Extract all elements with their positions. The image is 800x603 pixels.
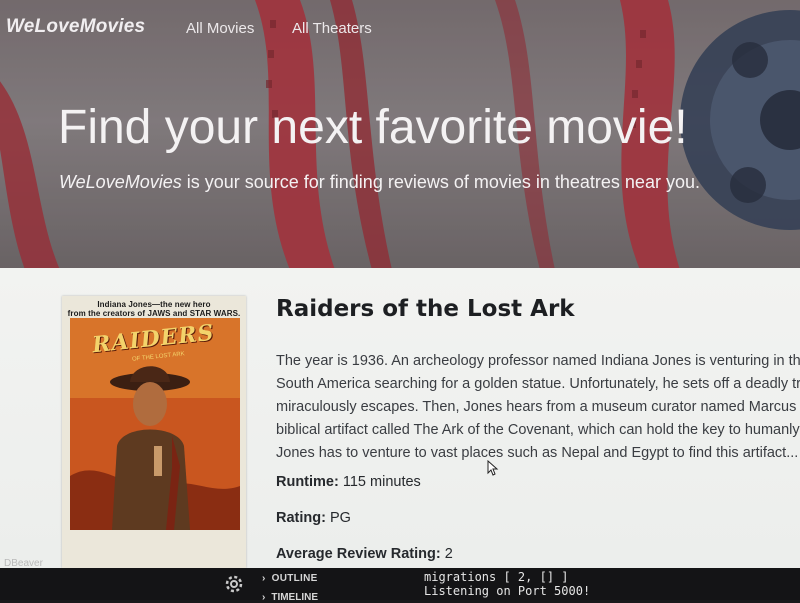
outline-panel-toggle[interactable]: › OUTLINE [262, 573, 318, 584]
description-line: South America searching for a golden sta… [276, 376, 800, 392]
movie-title: Raiders of the Lost Ark [276, 296, 575, 322]
brand-logo[interactable]: WeLoveMovies [6, 16, 145, 38]
average-rating-field: Average Review Rating: 2 [276, 546, 453, 562]
description-line: biblical artifact called The Ark of the … [276, 422, 800, 438]
top-navbar: WeLoveMovies All Movies All Theaters [0, 0, 800, 56]
mouse-cursor-icon [487, 460, 499, 476]
movie-detail-section: Indiana Jones—the new hero from the crea… [0, 268, 800, 568]
chevron-right-icon: › [262, 592, 266, 603]
hero-banner: WeLoveMovies All Movies All Theaters Fin… [0, 0, 800, 270]
poster-tagline-line-1: Indiana Jones—the new hero [97, 300, 211, 309]
runtime-value: 115 minutes [342, 474, 421, 490]
poster-tagline-line-2: from the creators of JAWS and STAR WARS. [67, 309, 241, 318]
chevron-right-icon: › [262, 573, 266, 584]
editor-status-strip: DBeaver › OUTLINE › TIMELINE migrations [ … [0, 558, 800, 603]
runtime-label: Runtime: [276, 474, 339, 490]
rating-field: Rating: PG [276, 510, 351, 526]
hero-subtitle: WeLoveMovies is your source for finding … [59, 172, 700, 193]
gear-icon[interactable] [222, 572, 246, 596]
movie-description: The year is 1936. An archeology professo… [276, 350, 800, 465]
description-line: The year is 1936. An archeology professo… [276, 353, 800, 369]
rating-value: PG [329, 510, 351, 526]
terminal-line: Listening on Port 5000! [424, 584, 591, 598]
movie-poster[interactable]: Indiana Jones—the new hero from the crea… [62, 296, 246, 568]
timeline-label: TIMELINE [271, 592, 319, 603]
hero-subtitle-text: is your source for finding reviews of mo… [181, 172, 700, 192]
hero-title: Find your next favorite movie! [58, 101, 688, 154]
poster-tagline: Indiana Jones—the new hero from the crea… [62, 300, 246, 318]
description-line: Jones has to venture to vast places such… [276, 445, 799, 461]
terminal-line: migrations [ 2, [] ] [424, 570, 569, 584]
dbeaver-label[interactable]: DBeaver [4, 558, 43, 569]
runtime-field: Runtime: 115 minutes [276, 474, 421, 490]
nav-link-all-theaters[interactable]: All Theaters [292, 20, 372, 37]
timeline-panel-toggle[interactable]: › TIMELINE [262, 592, 318, 603]
average-rating-value: 2 [444, 546, 453, 562]
rating-label: Rating: [276, 510, 326, 526]
description-line: miraculously escapes. Then, Jones hears … [276, 399, 800, 415]
average-rating-label: Average Review Rating: [276, 546, 441, 562]
nav-link-all-movies[interactable]: All Movies [186, 20, 254, 37]
hero-subtitle-brand: WeLoveMovies [59, 172, 182, 192]
outline-label: OUTLINE [271, 573, 318, 584]
